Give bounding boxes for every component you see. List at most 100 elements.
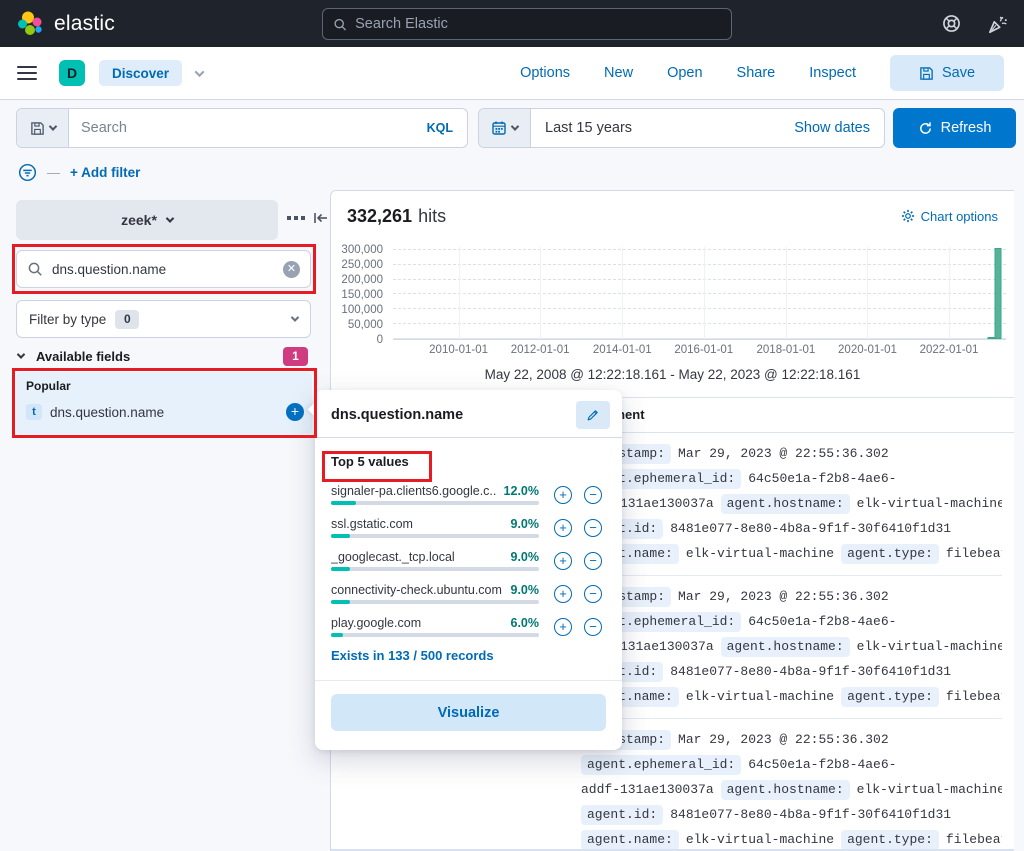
available-fields-toggle[interactable]: Available fields 1 [18,346,308,366]
edit-field-button[interactable] [576,401,610,429]
field-name-pill: agent.ephemeral_id: [581,755,741,775]
query-search-input[interactable] [81,120,401,136]
field-list-options-icon[interactable] [287,216,305,220]
type-filter-count-badge: 0 [115,310,139,329]
available-fields-count-badge: 1 [283,347,308,366]
document-line: timestamp:Mar 29, 2023 @ 22:55:36.302 [581,584,1002,609]
field-name-pill: agent.type: [841,687,939,707]
y-tick-label: 0 [377,334,383,346]
top-value-row: signaler-pa.clients6.google.c...12.0% +− [331,484,606,517]
filter-for-value-button[interactable]: + [554,552,572,570]
chevron-down-icon [166,214,174,222]
field-item-dns-question-name[interactable]: t dns.question.name + [26,400,304,424]
x-gridline [622,247,623,339]
help-icon[interactable] [941,13,962,34]
value-bar-track [331,600,539,604]
data-view-selector[interactable]: zeek* [16,200,278,240]
histogram-chart: 050,000100,000150,000200,000250,000300,0… [341,247,1008,365]
top-value-line: signaler-pa.clients6.google.c...12.0% [331,484,539,498]
news-feed-icon[interactable] [986,13,1008,35]
show-dates-button[interactable]: Show dates [780,109,884,147]
field-popover: dns.question.name Top 5 values signaler-… [315,390,622,750]
new-link[interactable]: New [604,65,633,81]
filter-out-value-button[interactable]: − [584,486,602,504]
field-search[interactable]: ✕ [16,250,311,288]
value-percent: 9.0% [511,550,540,564]
brand-text: elastic [54,12,115,36]
document-line: agent.ephemeral_id:64c50e1a-f2b8-4ae6- [581,466,1002,491]
document-line: timestamp:Mar 29, 2023 @ 22:55:36.302 [581,727,1002,752]
visualize-button[interactable]: Visualize [331,694,606,731]
filter-icon[interactable] [18,163,37,182]
calendar-icon [491,120,507,136]
document-line: agent.id:8481e077-8e80-4b8a-9f1f-30f6410… [581,802,1002,827]
field-search-input[interactable] [52,262,283,277]
breadcrumb-chevron-icon[interactable] [196,64,203,82]
chevron-down-icon [17,350,25,358]
inspect-link[interactable]: Inspect [809,65,856,81]
filter-for-value-button[interactable]: + [554,585,572,603]
available-fields-label: Available fields [36,349,130,364]
filter-for-value-button[interactable]: + [554,519,572,537]
filter-for-value-button[interactable]: + [554,486,572,504]
y-tick-label: 200,000 [341,274,383,286]
table-row[interactable]: timestamp:Mar 29, 2023 @ 22:55:36.302age… [581,433,1002,576]
field-value: 64c50e1a-f2b8-4ae6- [748,614,896,629]
value-percent: 9.0% [511,583,540,597]
exists-in-records-link[interactable]: Exists in 133 / 500 records [331,648,494,663]
breadcrumb-discover[interactable]: Discover [99,60,182,86]
histogram-bar[interactable] [987,337,994,339]
add-field-button[interactable]: + [286,403,304,421]
histogram-bar[interactable] [995,248,1002,339]
document-line: agent.name:elk-virtual-machineagent.type… [581,827,1002,849]
gear-icon [901,209,915,223]
popover-divider [315,437,622,438]
table-row[interactable]: timestamp:Mar 29, 2023 @ 22:55:36.302 age… [581,719,1002,849]
query-language-button[interactable]: KQL [413,109,467,147]
open-link[interactable]: Open [667,65,702,81]
add-filter-button[interactable]: + Add filter [70,165,140,180]
chart-plot[interactable] [393,247,1006,340]
save-button[interactable]: Save [890,55,1004,91]
global-search[interactable] [322,8,732,40]
popular-section-label: Popular [26,379,71,393]
collapse-sidebar-icon[interactable] [313,211,329,225]
filter-out-value-button[interactable]: − [584,585,602,603]
top-value-line: ssl.gstatic.com9.0% [331,517,539,531]
date-quick-select-button[interactable] [479,109,531,147]
top-values-list: signaler-pa.clients6.google.c...12.0%+−s… [331,484,606,649]
filter-out-value-button[interactable]: − [584,519,602,537]
documents-table: timestamp:Mar 29, 2023 @ 22:55:36.302 age… [581,433,1002,849]
hits-count: 332,261 [347,206,412,227]
field-value: Mar 29, 2023 @ 22:55:36.302 [678,732,889,747]
y-gridline [393,308,1006,309]
y-tick-label: 100,000 [341,304,383,316]
filter-out-value-button[interactable]: − [584,552,602,570]
field-value: 64c50e1a-f2b8-4ae6- [748,471,896,486]
table-row[interactable]: timestamp:Mar 29, 2023 @ 22:55:36.302 age… [581,576,1002,719]
menu-icon[interactable] [17,66,37,81]
filter-out-value-button[interactable]: − [584,618,602,636]
filter-for-value-button[interactable]: + [554,618,572,636]
top-value-row: play.google.com6.0%+− [331,616,606,649]
saved-query-menu-button[interactable] [17,109,69,147]
global-search-input[interactable] [355,16,721,32]
refresh-button-label: Refresh [941,120,992,136]
chevron-down-icon [291,313,299,321]
options-link[interactable]: Options [520,65,570,81]
clear-search-icon[interactable]: ✕ [283,261,300,278]
search-icon [333,17,347,32]
elastic-brand[interactable]: elastic [16,10,115,38]
time-range-label[interactable]: Last 15 years [531,109,780,147]
x-tick-label: 2020-01-01 [838,344,897,356]
discover-app-icon[interactable]: D [59,60,85,86]
top-value-row: _googlecast._tcp.local9.0% +− [331,550,606,583]
document-line: addf-131ae130037aagent.hostname:elk-virt… [581,777,1002,802]
share-link[interactable]: Share [737,65,776,81]
value-bar-fill [331,567,350,571]
chart-options-button[interactable]: Chart options [901,209,998,224]
filter-by-type-select[interactable]: Filter by type 0 [16,300,311,338]
value-bar-fill [331,501,356,505]
refresh-button[interactable]: Refresh [893,108,1016,148]
top-value-line: _googlecast._tcp.local9.0% [331,550,539,564]
